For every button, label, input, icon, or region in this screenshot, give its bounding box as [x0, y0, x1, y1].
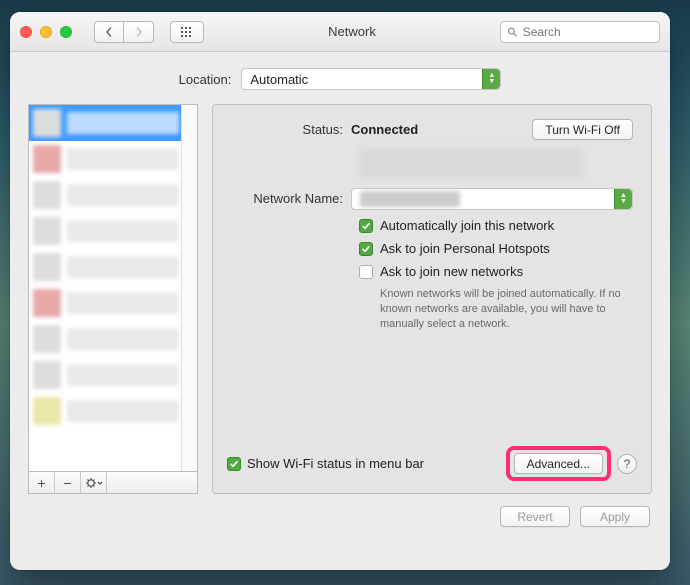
revert-button[interactable]: Revert — [500, 506, 570, 527]
select-arrows-icon: ▲▼ — [482, 69, 500, 89]
show-all-prefs-button[interactable] — [170, 21, 204, 43]
network-name-value — [360, 191, 460, 207]
add-service-button[interactable]: + — [29, 472, 55, 493]
select-arrows-icon: ▲▼ — [614, 189, 632, 209]
service-item[interactable] — [29, 393, 197, 429]
scrollbar[interactable] — [181, 105, 197, 471]
check-icon — [361, 221, 371, 231]
search-icon — [507, 26, 518, 38]
service-item[interactable] — [29, 249, 197, 285]
window-buttons: Revert Apply — [10, 506, 670, 541]
search-field[interactable] — [500, 21, 660, 43]
ask-new-networks-checkbox[interactable] — [359, 265, 373, 279]
apply-button[interactable]: Apply — [580, 506, 650, 527]
network-name-label: Network Name: — [231, 188, 351, 206]
ask-new-networks-note: Known networks will be joined automatica… — [380, 287, 623, 332]
gear-dropdown-icon — [85, 477, 103, 489]
service-actions-button[interactable] — [81, 472, 107, 493]
auto-join-checkbox[interactable] — [359, 219, 373, 233]
chevron-left-icon — [103, 26, 115, 38]
service-item[interactable] — [29, 285, 197, 321]
advanced-button[interactable]: Advanced... — [514, 453, 603, 474]
check-icon — [229, 459, 239, 469]
service-item[interactable] — [29, 213, 197, 249]
location-select[interactable]: Automatic ▲▼ — [241, 68, 501, 90]
services-toolbar: + − — [28, 472, 198, 494]
close-window-button[interactable] — [20, 26, 32, 38]
nav-forward-button[interactable] — [124, 21, 154, 43]
chevron-right-icon — [133, 26, 145, 38]
status-detail-text — [359, 148, 583, 178]
remove-service-button[interactable]: − — [55, 472, 81, 493]
help-button[interactable]: ? — [617, 454, 637, 474]
titlebar: Network — [10, 12, 670, 52]
location-value: Automatic — [250, 72, 308, 87]
personal-hotspots-checkbox[interactable] — [359, 242, 373, 256]
auto-join-label: Automatically join this network — [380, 218, 554, 233]
minimize-window-button[interactable] — [40, 26, 52, 38]
status-value: Connected — [351, 122, 418, 137]
service-item[interactable] — [29, 105, 197, 141]
window-controls — [20, 26, 72, 38]
search-input[interactable] — [523, 25, 653, 39]
wifi-toggle-button[interactable]: Turn Wi-Fi Off — [532, 119, 633, 140]
network-preferences-window: Network Location: Automatic ▲▼ — [10, 12, 670, 570]
service-item[interactable] — [29, 177, 197, 213]
network-name-select[interactable]: ▲▼ — [351, 188, 633, 210]
service-item[interactable] — [29, 321, 197, 357]
location-label: Location: — [179, 72, 232, 87]
show-menu-bar-label: Show Wi-Fi status in menu bar — [247, 456, 424, 471]
show-menu-bar-checkbox[interactable] — [227, 457, 241, 471]
ask-new-networks-label: Ask to join new networks — [380, 264, 523, 279]
services-sidebar: + − — [28, 104, 198, 494]
window-title: Network — [212, 24, 492, 39]
status-label: Status: — [231, 119, 351, 137]
personal-hotspots-label: Ask to join Personal Hotspots — [380, 241, 550, 256]
service-details: Status: Connected Turn Wi-Fi Off Network… — [212, 104, 652, 494]
services-list[interactable] — [28, 104, 198, 472]
check-icon — [361, 244, 371, 254]
advanced-highlight: Advanced... — [506, 446, 611, 481]
nav-back-forward — [94, 21, 154, 43]
service-item[interactable] — [29, 357, 197, 393]
zoom-window-button[interactable] — [60, 26, 72, 38]
nav-back-button[interactable] — [94, 21, 124, 43]
service-item[interactable] — [29, 141, 197, 177]
location-row: Location: Automatic ▲▼ — [10, 52, 670, 104]
grid-icon — [180, 26, 194, 38]
